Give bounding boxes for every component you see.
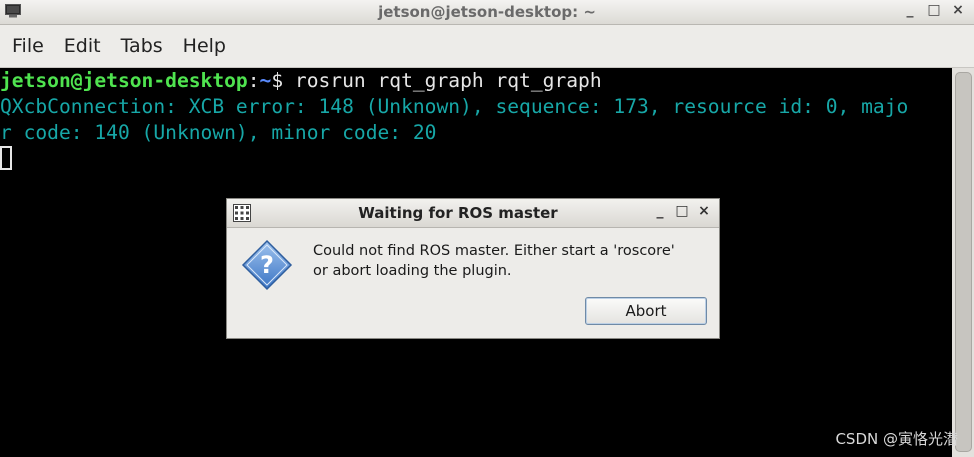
command-line: jetson@jetson-desktop:~$ rosrun rqt_grap… [0,68,952,94]
ros-master-dialog: Waiting for ROS master _ □ × ? Could not… [226,198,720,339]
prompt-symbol: $ [271,69,295,92]
menu-tabs[interactable]: Tabs [111,35,173,57]
svg-text:?: ? [260,251,274,279]
error-line-2: r code: 140 (Unknown), minor code: 20 [0,121,437,144]
prompt-path: ~ [259,69,272,92]
scrollbar-thumb[interactable] [955,72,972,452]
dialog-message-line-1: Could not find ROS master. Either start … [313,243,675,259]
dialog-close-button[interactable]: × [697,203,711,219]
minimize-button[interactable]: _ [902,2,918,18]
prompt-user: jetson@jetson-desktop [0,69,248,92]
abort-button[interactable]: Abort [585,297,707,325]
question-icon: ? [241,239,293,291]
prompt-colon: : [247,69,260,92]
dialog-title: Waiting for ROS master [358,204,558,222]
window-titlebar[interactable]: jetson@jetson-desktop: ~ _ □ × [0,0,974,25]
dialog-message-line-2: or abort loading the plugin. [313,263,512,279]
dialog-maximize-button[interactable]: □ [675,203,689,219]
command-text: rosrun rqt_graph rqt_graph [294,69,602,92]
menu-help[interactable]: Help [173,35,236,57]
dialog-titlebar[interactable]: Waiting for ROS master _ □ × [227,199,719,228]
terminal-scrollbar[interactable] [952,68,974,457]
dialog-minimize-button[interactable]: _ [653,203,667,219]
menu-file[interactable]: File [2,35,54,57]
close-button[interactable]: × [950,2,966,18]
menu-bar: File Edit Tabs Help [0,25,974,68]
dialog-message: Could not find ROS master. Either start … [313,241,708,281]
maximize-button[interactable]: □ [926,2,942,18]
error-line-1: QXcbConnection: XCB error: 148 (Unknown)… [0,95,909,118]
watermark: CSDN @寅恪光潜 [835,430,958,448]
terminal-cursor [0,146,12,170]
window-title: jetson@jetson-desktop: ~ [378,3,596,21]
menu-edit[interactable]: Edit [54,35,111,57]
